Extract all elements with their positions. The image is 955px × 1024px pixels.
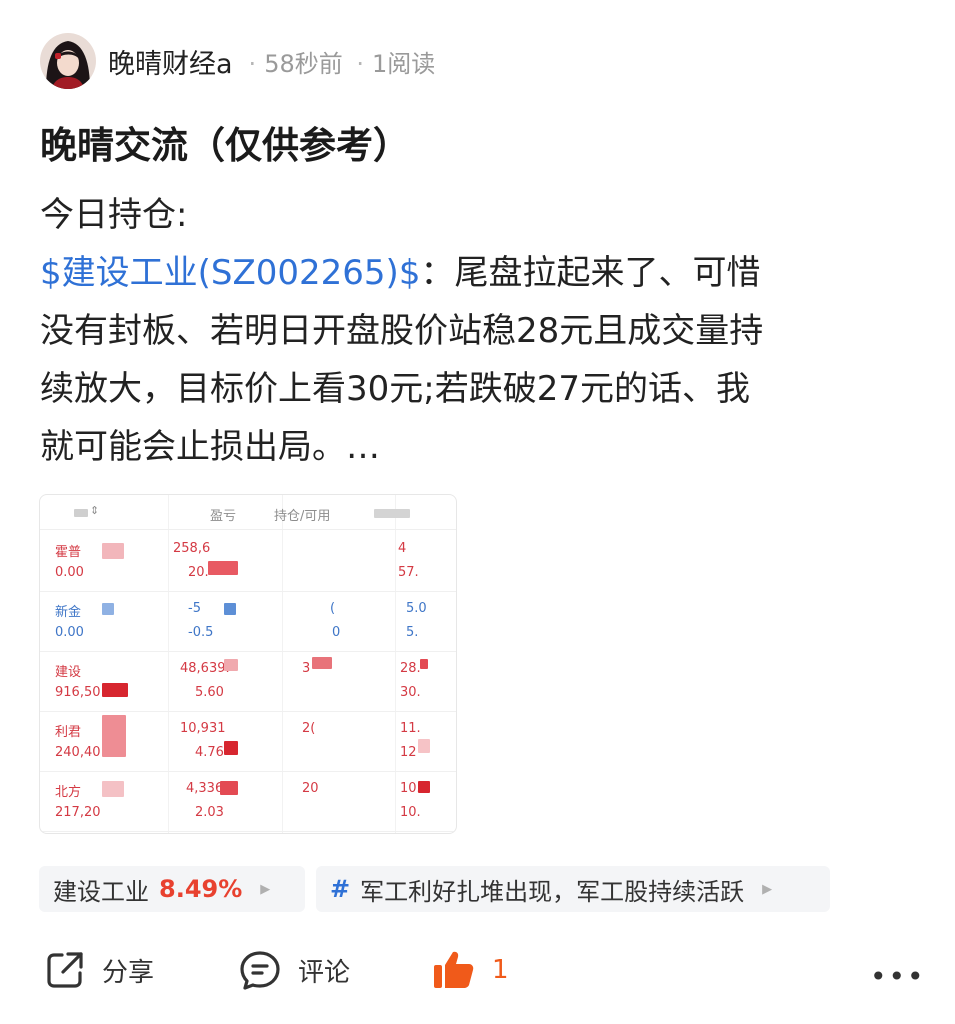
read-count: 1阅读 xyxy=(372,49,436,78)
table-row: 霍普 0.00 258,6 20. 4 57. xyxy=(40,531,456,592)
cell: 4 xyxy=(398,541,407,556)
separator-dot: · xyxy=(356,49,365,78)
post-body: 今日持仓: $建设工业(SZ002265)$：尾盘拉起来了、可惜 没有封板、若明… xyxy=(40,186,920,476)
mosaic-block xyxy=(374,509,410,518)
share-icon xyxy=(47,952,83,988)
cell: 57. xyxy=(398,565,419,580)
post-title: 晚晴交流（仅供参考） xyxy=(40,124,410,167)
mosaic-block xyxy=(102,683,128,697)
chevron-right-icon: ▶ xyxy=(260,881,271,897)
body-line: 续放大，目标价上看30元;若跌破27元的话、我 xyxy=(40,369,750,409)
cell: 12 xyxy=(400,745,417,760)
cell: 2.03 xyxy=(195,805,224,820)
cell: 30. xyxy=(400,685,421,700)
body-text: ：尾盘拉起来了、可惜 xyxy=(420,253,761,293)
cell: ( xyxy=(330,601,336,616)
mosaic-block xyxy=(224,741,238,755)
cell: -5 xyxy=(188,601,201,616)
cell: 10. xyxy=(400,805,421,820)
share-button[interactable]: 分享 xyxy=(44,944,154,996)
table-row: 利君 240,40 10,931 4.76 2( 11. 12 xyxy=(40,711,456,772)
mosaic-block xyxy=(224,603,236,615)
table-row: 新金 0.00 -5 -0.5 ( 0 5.0 5. xyxy=(40,591,456,652)
mosaic-block xyxy=(418,781,430,793)
header-position: 持仓/可用 xyxy=(274,509,331,524)
cell: 48,639. xyxy=(180,661,230,676)
cell: 4,336 xyxy=(186,781,224,796)
mosaic-block xyxy=(102,543,124,559)
tag-stock-change: 8.49% xyxy=(159,875,243,903)
more-icon[interactable]: ••• xyxy=(870,960,926,993)
mosaic-block xyxy=(420,659,428,669)
cell: 28. xyxy=(400,661,421,676)
comment-label: 评论 xyxy=(298,957,351,988)
cell: 0.00 xyxy=(55,565,84,580)
cell: 217,20 xyxy=(55,805,101,820)
tag-stock-name: 建设工业 xyxy=(53,877,149,906)
stock-tag[interactable]: 建设工业 8.49% ▶ xyxy=(39,866,305,912)
like-count: 1 xyxy=(492,955,509,985)
stock-name: 利君 xyxy=(55,725,82,740)
stock-name: 北方 xyxy=(55,785,82,800)
table-row: 北方 217,20 4,336 2.03 20 10. 10. xyxy=(40,771,456,832)
cell: -0.5 xyxy=(188,625,214,640)
cell: 240,40 xyxy=(55,745,101,760)
mosaic-block xyxy=(312,657,332,669)
cell: 20 xyxy=(302,781,319,796)
mosaic-block xyxy=(224,659,238,671)
sort-icon: ⇕ xyxy=(90,504,100,517)
mosaic-block xyxy=(208,561,238,575)
body-line: 没有封板、若明日开盘股价站稳28元且成交量持 xyxy=(40,311,764,351)
chevron-right-icon: ▶ xyxy=(762,881,773,897)
body-line: 今日持仓: xyxy=(40,195,188,235)
comment-button[interactable]: 评论 xyxy=(238,944,350,996)
stock-name: 霍普 xyxy=(55,545,82,560)
cell: 916,50 xyxy=(55,685,101,700)
like-button[interactable]: 1 xyxy=(432,944,509,996)
cell: 20. xyxy=(188,565,209,580)
holdings-header: ⇕ 盈亏 持仓/可用 xyxy=(40,495,456,530)
stock-link[interactable]: $建设工业(SZ002265)$ xyxy=(40,253,420,293)
mosaic-block xyxy=(220,781,238,795)
topic-tag[interactable]: # 军工利好扎堆出现，军工股持续活跃 ▶ xyxy=(316,866,830,912)
cell: 5. xyxy=(406,625,419,640)
share-label: 分享 xyxy=(102,957,155,988)
mosaic-block xyxy=(102,603,114,615)
mosaic-block xyxy=(74,509,88,517)
stock-name: 建设 xyxy=(55,665,82,680)
post-time: 58秒前 xyxy=(264,49,343,78)
topic-label: 军工利好扎堆出现，军工股持续活跃 xyxy=(360,877,745,906)
cell: 0 xyxy=(332,625,341,640)
avatar[interactable] xyxy=(40,33,96,89)
mosaic-block xyxy=(418,739,430,753)
cell: 2( xyxy=(302,721,316,736)
cell: 0.00 xyxy=(55,625,84,640)
cell: 4.76 xyxy=(195,745,224,760)
post-header: 晚晴财经a · 58秒前 · 1阅读 xyxy=(40,32,435,90)
cell: 11. xyxy=(400,721,421,736)
holdings-image[interactable]: ⇕ 盈亏 持仓/可用 霍普 0.00 258,6 20. 4 57. 新金 0.… xyxy=(39,494,457,834)
table-row: 建设 916,50 48,639. 5.60 3 28. 30. xyxy=(40,651,456,712)
separator-dot: · xyxy=(248,49,257,78)
cell: 10,931 xyxy=(180,721,226,736)
body-line: 就可能会止损出局。… xyxy=(40,427,380,467)
header-pnl: 盈亏 xyxy=(210,509,237,524)
body-line: $建设工业(SZ002265)$：尾盘拉起来了、可惜 xyxy=(40,244,920,302)
hashtag-icon: # xyxy=(330,875,351,903)
thumbs-up-icon xyxy=(434,951,474,988)
cell: 5.60 xyxy=(195,685,224,700)
stock-name: 新金 xyxy=(55,605,82,620)
cell: 5.0 xyxy=(406,601,427,616)
comment-icon xyxy=(240,951,280,990)
post-meta: · 58秒前 · 1阅读 xyxy=(243,44,436,79)
cell: 3 xyxy=(302,661,311,676)
cell: 258,6 xyxy=(173,541,211,556)
mosaic-block xyxy=(102,715,126,757)
author-name[interactable]: 晚晴财经a xyxy=(108,42,233,81)
mosaic-block xyxy=(102,781,124,797)
